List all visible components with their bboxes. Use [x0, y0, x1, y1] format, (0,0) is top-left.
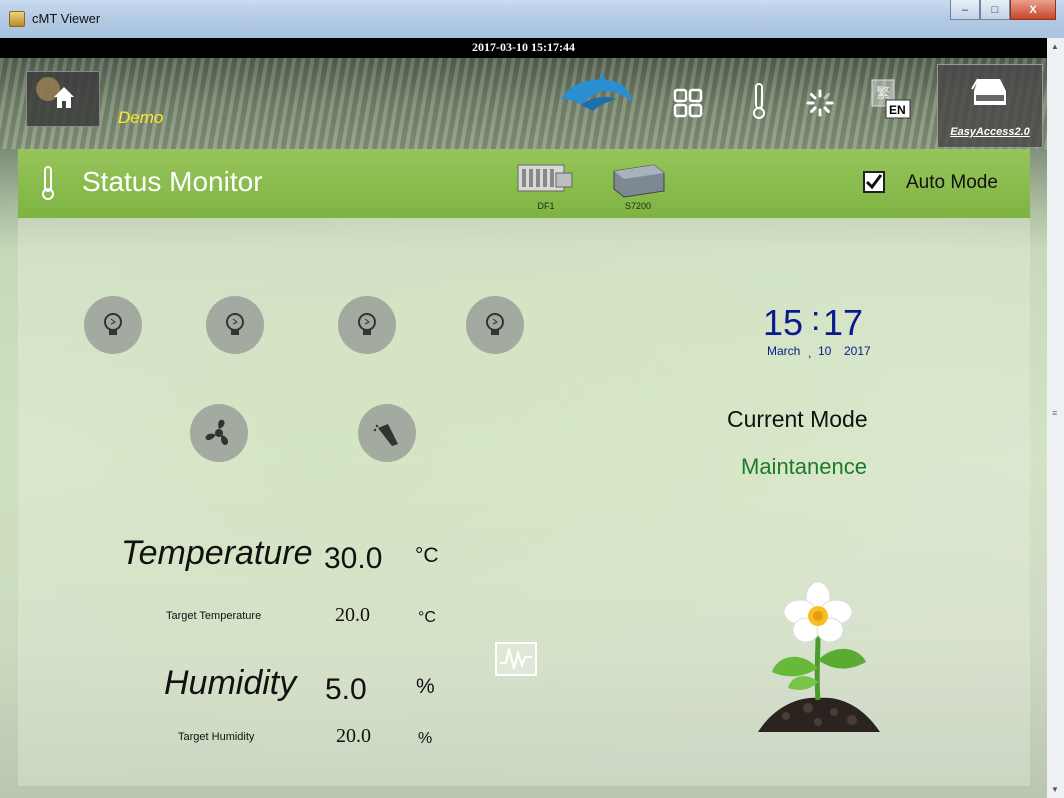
- date-year: 2017: [844, 344, 871, 358]
- temperature-label: Temperature: [121, 534, 313, 572]
- light-4-button[interactable]: [466, 296, 524, 354]
- humidity-unit: %: [416, 675, 435, 698]
- target-temperature-unit: °C: [418, 609, 436, 626]
- hmi-screen: 2017-03-10 15:17:44 Demo 繁 EN EasyAccess…: [0, 38, 1047, 798]
- bulb-icon: [104, 313, 122, 335]
- thermometer-glyph: [753, 83, 765, 119]
- scroll-down-icon[interactable]: ▼: [1047, 781, 1063, 798]
- target-humidity-label: Target Humidity: [178, 731, 255, 743]
- target-temperature-label: Target Temperature: [166, 610, 262, 622]
- maximize-button[interactable]: □: [980, 0, 1010, 20]
- bulb-icon: [358, 313, 376, 335]
- apps-grid-glyph: [673, 88, 703, 118]
- easyaccess-label: EasyAccess2.0: [950, 126, 1030, 138]
- fan-button[interactable]: [190, 404, 248, 462]
- clock-minute: 17: [823, 302, 864, 343]
- date-day: 10: [818, 344, 832, 358]
- scroll-up-icon[interactable]: ▲: [1047, 38, 1063, 55]
- clock-colon: :: [811, 300, 821, 338]
- current-mode-value: Maintanence: [741, 454, 867, 479]
- sprayer-icon: [373, 424, 398, 446]
- minimize-button[interactable]: –: [950, 0, 980, 20]
- light-1-button[interactable]: [84, 296, 142, 354]
- status-bar: 2017-03-10 15:17:44: [0, 38, 1047, 58]
- apps-grid-icon[interactable]: [669, 84, 707, 122]
- flower-icon: [758, 581, 880, 732]
- bulb-icon: [226, 313, 244, 335]
- home-button[interactable]: [26, 71, 100, 127]
- target-temperature-value: 20.0: [335, 604, 370, 626]
- vertical-scrollbar[interactable]: ▲ ≡ ▼: [1046, 38, 1064, 798]
- status-monitor-header: Status Monitor DF1 S7200 Auto Mode: [18, 149, 1030, 218]
- demo-label: Demo: [118, 108, 164, 127]
- window-title: cMT Viewer: [32, 11, 101, 26]
- top-navigation: Demo 繁 EN EasyAccess2.0: [0, 58, 1047, 149]
- current-mode-label: Current Mode: [727, 406, 868, 432]
- easyaccess-button[interactable]: EasyAccess2.0: [937, 64, 1043, 148]
- bulb-icon: [486, 313, 504, 335]
- device-df1[interactable]: DF1: [516, 161, 576, 211]
- app-icon: [9, 11, 25, 27]
- auto-mode-label: Auto Mode: [906, 172, 998, 193]
- humidity-value: 5.0: [325, 673, 367, 706]
- trend-icon[interactable]: [494, 639, 538, 679]
- temperature-unit: °C: [415, 544, 439, 567]
- language-glyph: 繁 EN: [871, 79, 911, 119]
- device-s7200[interactable]: S7200: [608, 161, 668, 211]
- light-3-button[interactable]: [338, 296, 396, 354]
- main-panel: Temperature 30.0 °C Target Temperature 2…: [18, 218, 1030, 786]
- loading-glyph: [806, 89, 834, 117]
- device-label: DF1: [537, 201, 555, 211]
- home-icon: [36, 77, 74, 108]
- humidity-label: Humidity: [164, 664, 297, 702]
- window-titlebar: cMT Viewer – □ X: [0, 0, 1064, 39]
- page-title: Status Monitor: [82, 166, 263, 197]
- device-label: S7200: [624, 201, 652, 211]
- thermometer-icon: [42, 166, 54, 200]
- language-code: EN: [889, 103, 906, 117]
- plc-device-icon: [517, 164, 573, 192]
- target-humidity-unit: %: [418, 730, 433, 747]
- target-humidity-value: 20.0: [336, 725, 371, 747]
- scroll-grip-icon[interactable]: ≡: [1052, 408, 1057, 418]
- thermometer-icon[interactable]: [740, 82, 778, 120]
- easyaccess-icon: [971, 78, 1006, 105]
- auto-mode-checkbox[interactable]: [863, 171, 885, 193]
- temperature-value: 30.0: [324, 542, 383, 575]
- language-icon[interactable]: 繁 EN: [866, 76, 916, 126]
- loading-icon[interactable]: [801, 84, 839, 122]
- date-separator: ,: [808, 346, 812, 360]
- window-controls: – □ X: [950, 0, 1056, 20]
- check-icon: [865, 174, 883, 190]
- plc-device-icon: [613, 164, 665, 198]
- system-datetime: 2017-03-10 15:17:44: [472, 40, 575, 54]
- close-button[interactable]: X: [1010, 0, 1056, 20]
- fan-icon: [205, 419, 229, 445]
- sprayer-button[interactable]: [358, 404, 416, 462]
- light-2-button[interactable]: [206, 296, 264, 354]
- clock-hour: 15: [763, 302, 804, 343]
- dolphin-logo[interactable]: [557, 71, 635, 123]
- date-month: March: [767, 344, 801, 358]
